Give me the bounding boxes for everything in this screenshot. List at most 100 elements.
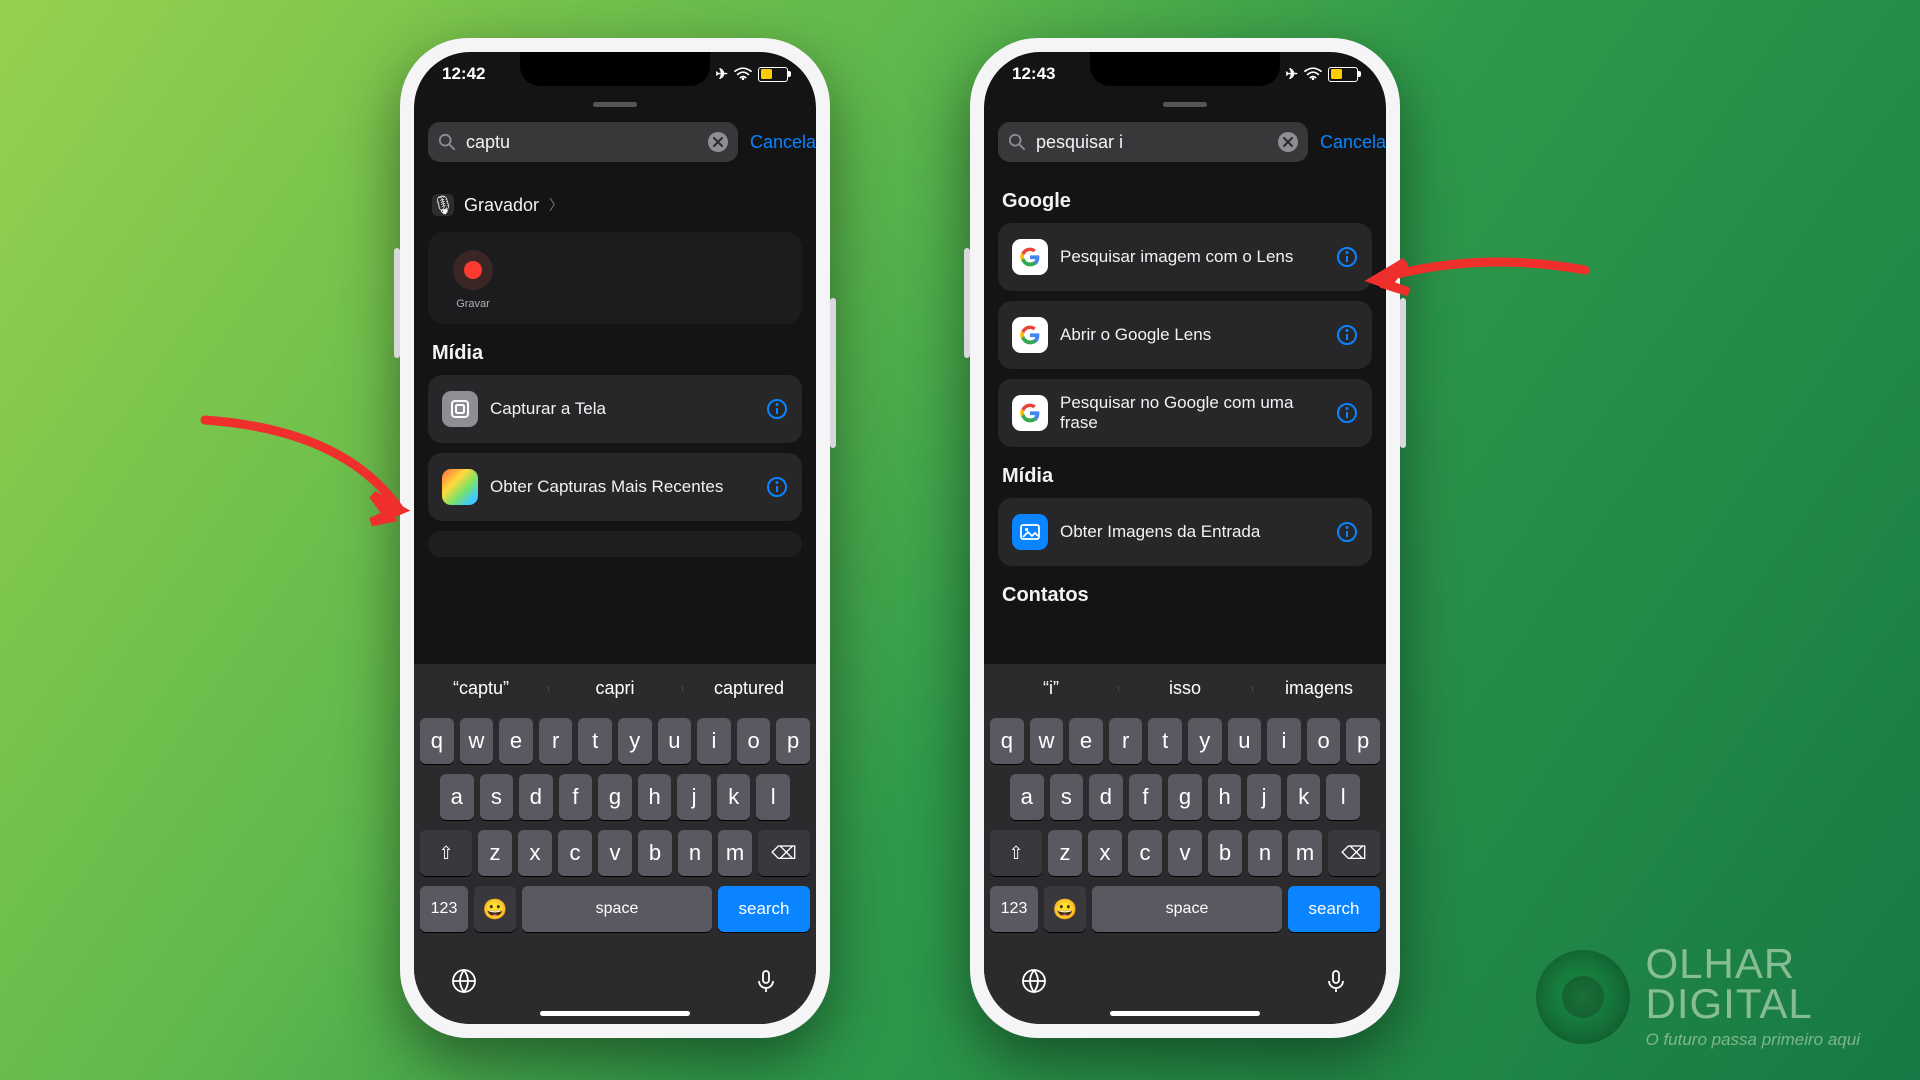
info-icon[interactable] — [1336, 324, 1358, 346]
keyboard[interactable]: “i” isso imagens qwertyuiop asdfghjkl ⇧ — [984, 664, 1386, 1024]
key-n[interactable]: n — [678, 830, 712, 876]
key-x[interactable]: x — [1088, 830, 1122, 876]
key-q[interactable]: q — [420, 718, 454, 764]
record-tile[interactable]: Gravar — [428, 232, 802, 324]
key-s[interactable]: s — [1050, 774, 1084, 820]
action-pesquisar-lens[interactable]: Pesquisar imagem com o Lens — [998, 223, 1372, 291]
suggestion[interactable]: isso — [1118, 678, 1252, 699]
info-icon[interactable] — [766, 476, 788, 498]
key-c[interactable]: c — [558, 830, 592, 876]
key-z[interactable]: z — [478, 830, 512, 876]
clear-search-icon[interactable] — [708, 132, 728, 152]
search-input[interactable] — [1034, 131, 1270, 154]
key-l[interactable]: l — [756, 774, 790, 820]
key-a[interactable]: a — [440, 774, 474, 820]
action-capturar-tela[interactable]: Capturar a Tela — [428, 375, 802, 443]
key-k[interactable]: k — [717, 774, 751, 820]
mic-icon[interactable] — [1322, 967, 1350, 995]
suggestion[interactable]: captured — [682, 678, 816, 699]
action-abrir-lens[interactable]: Abrir o Google Lens — [998, 301, 1372, 369]
action-google-frase[interactable]: Pesquisar no Google com uma frase — [998, 379, 1372, 447]
suggestion[interactable]: imagens — [1252, 678, 1386, 699]
key-n[interactable]: n — [1248, 830, 1282, 876]
key-emoji[interactable]: 😀 — [474, 886, 516, 932]
key-o[interactable]: o — [737, 718, 771, 764]
key-z[interactable]: z — [1048, 830, 1082, 876]
app-result-gravador[interactable]: 🎙 Gravador 〉 — [432, 194, 563, 216]
key-y[interactable]: y — [1188, 718, 1222, 764]
key-e[interactable]: e — [1069, 718, 1103, 764]
mic-icon[interactable] — [752, 967, 780, 995]
key-r[interactable]: r — [539, 718, 573, 764]
key-b[interactable]: b — [1208, 830, 1242, 876]
key-d[interactable]: d — [519, 774, 553, 820]
sheet-grabber[interactable] — [1163, 102, 1207, 107]
key-v[interactable]: v — [1168, 830, 1202, 876]
action-obter-imagens[interactable]: Obter Imagens da Entrada — [998, 498, 1372, 566]
suggestion[interactable]: capri — [548, 678, 682, 699]
key-123[interactable]: 123 — [990, 886, 1038, 932]
key-w[interactable]: w — [460, 718, 494, 764]
key-m[interactable]: m — [718, 830, 752, 876]
key-x[interactable]: x — [518, 830, 552, 876]
key-f[interactable]: f — [559, 774, 593, 820]
key-k[interactable]: k — [1287, 774, 1321, 820]
search-box[interactable] — [998, 122, 1308, 162]
key-shift[interactable]: ⇧ — [420, 830, 472, 876]
key-j[interactable]: j — [1247, 774, 1281, 820]
info-icon[interactable] — [766, 398, 788, 420]
key-j[interactable]: j — [677, 774, 711, 820]
key-space[interactable]: space — [522, 886, 712, 932]
key-q[interactable]: q — [990, 718, 1024, 764]
key-emoji[interactable]: 😀 — [1044, 886, 1086, 932]
key-s[interactable]: s — [480, 774, 514, 820]
key-c[interactable]: c — [1128, 830, 1162, 876]
key-search[interactable]: search — [1288, 886, 1380, 932]
key-backspace[interactable]: ⌫ — [758, 830, 810, 876]
home-indicator[interactable] — [1110, 1011, 1260, 1016]
suggestion[interactable]: “captu” — [414, 678, 548, 699]
key-p[interactable]: p — [1346, 718, 1380, 764]
home-indicator[interactable] — [540, 1011, 690, 1016]
key-space[interactable]: space — [1092, 886, 1282, 932]
key-o[interactable]: o — [1307, 718, 1341, 764]
keyboard-suggestions[interactable]: “i” isso imagens — [984, 664, 1386, 712]
key-f[interactable]: f — [1129, 774, 1163, 820]
search-input[interactable] — [464, 131, 700, 154]
key-i[interactable]: i — [697, 718, 731, 764]
action-obter-capturas[interactable]: Obter Capturas Mais Recentes — [428, 453, 802, 521]
action-row-peek[interactable] — [428, 531, 802, 557]
key-m[interactable]: m — [1288, 830, 1322, 876]
info-icon[interactable] — [1336, 402, 1358, 424]
key-e[interactable]: e — [499, 718, 533, 764]
clear-search-icon[interactable] — [1278, 132, 1298, 152]
record-button-icon[interactable] — [453, 250, 493, 290]
key-l[interactable]: l — [1326, 774, 1360, 820]
key-backspace[interactable]: ⌫ — [1328, 830, 1380, 876]
key-123[interactable]: 123 — [420, 886, 468, 932]
key-g[interactable]: g — [1168, 774, 1202, 820]
key-r[interactable]: r — [1109, 718, 1143, 764]
key-h[interactable]: h — [638, 774, 672, 820]
key-g[interactable]: g — [598, 774, 632, 820]
globe-icon[interactable] — [450, 967, 478, 995]
key-p[interactable]: p — [776, 718, 810, 764]
globe-icon[interactable] — [1020, 967, 1048, 995]
key-search[interactable]: search — [718, 886, 810, 932]
key-t[interactable]: t — [1148, 718, 1182, 764]
keyboard[interactable]: “captu” capri captured qwertyuiop asdfgh… — [414, 664, 816, 1024]
key-h[interactable]: h — [1208, 774, 1242, 820]
key-a[interactable]: a — [1010, 774, 1044, 820]
keyboard-suggestions[interactable]: “captu” capri captured — [414, 664, 816, 712]
key-u[interactable]: u — [658, 718, 692, 764]
key-w[interactable]: w — [1030, 718, 1064, 764]
cancel-button[interactable]: Cancelar — [1320, 132, 1386, 153]
search-box[interactable] — [428, 122, 738, 162]
key-y[interactable]: y — [618, 718, 652, 764]
key-d[interactable]: d — [1089, 774, 1123, 820]
info-icon[interactable] — [1336, 521, 1358, 543]
key-b[interactable]: b — [638, 830, 672, 876]
key-t[interactable]: t — [578, 718, 612, 764]
key-u[interactable]: u — [1228, 718, 1262, 764]
key-v[interactable]: v — [598, 830, 632, 876]
